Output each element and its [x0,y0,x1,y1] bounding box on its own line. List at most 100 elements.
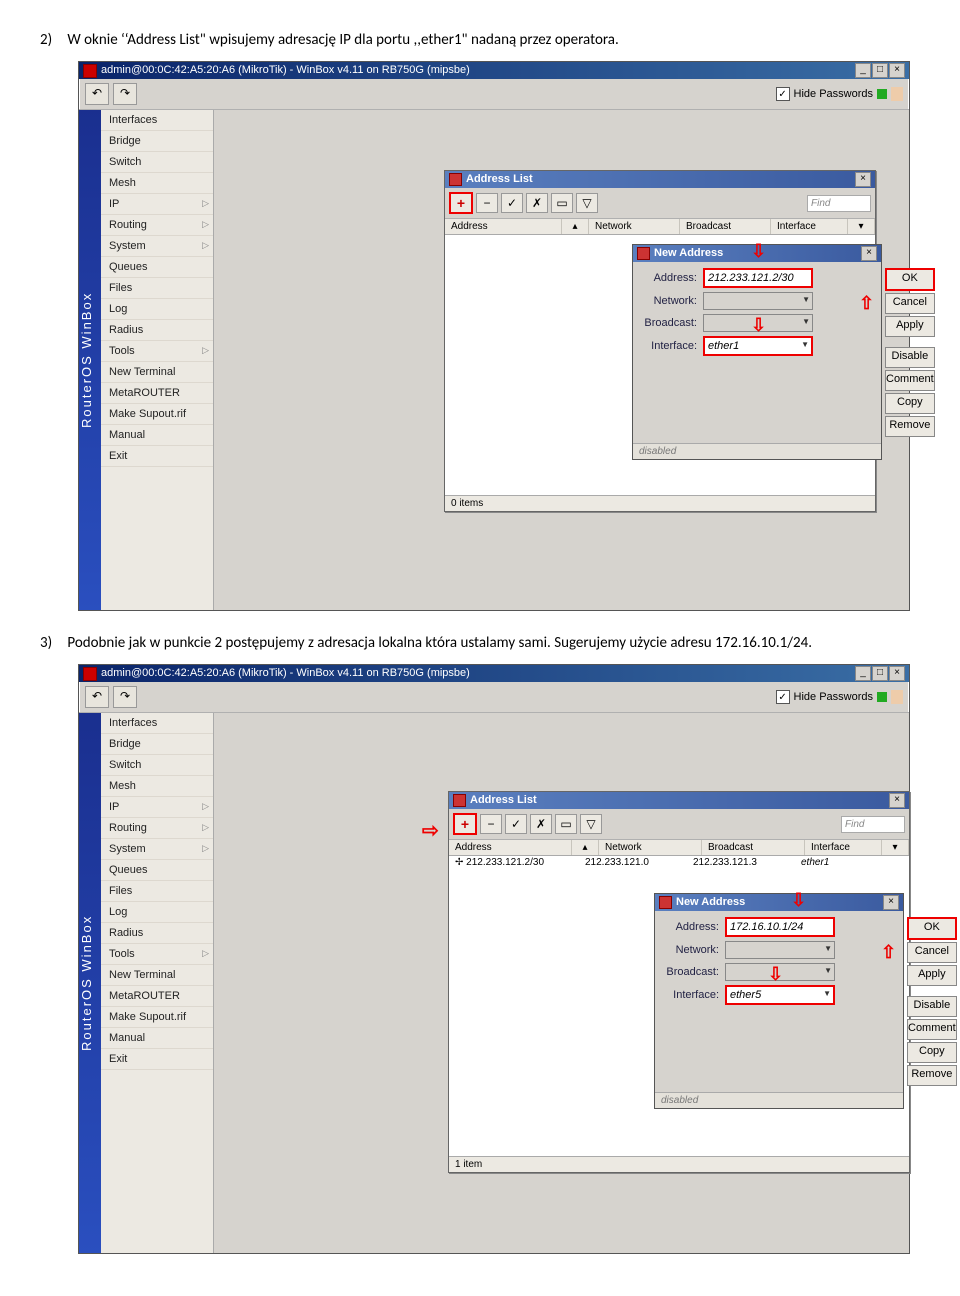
redo-button[interactable]: ↷ [113,83,137,105]
menu-item-metarouter[interactable]: MetaROUTER [101,383,213,404]
remove-button[interactable]: − [476,193,498,213]
close-button[interactable]: × [889,793,905,808]
col-menu[interactable]: ▾ [882,840,909,855]
add-button[interactable]: + [449,192,473,214]
menu-item-manual[interactable]: Manual [101,1028,213,1049]
maximize-button[interactable]: □ [872,666,888,681]
col-address[interactable]: Address [445,219,562,234]
disable-button[interactable]: Disable [907,996,957,1017]
menu-item-radius[interactable]: Radius [101,320,213,341]
menu-item-mesh[interactable]: Mesh [101,776,213,797]
enable-button[interactable]: ✓ [505,814,527,834]
comment-button[interactable]: ▭ [555,814,577,834]
broadcast-input[interactable] [725,963,835,981]
menu-item-metarouter[interactable]: MetaROUTER [101,986,213,1007]
menu-item-files[interactable]: Files [101,278,213,299]
menu-item-routing[interactable]: Routing▷ [101,818,213,839]
remove-button[interactable]: − [480,814,502,834]
col-interface[interactable]: Interface [771,219,848,234]
close-button[interactable]: × [855,172,871,187]
copy-button[interactable]: Copy [885,393,935,414]
redo-button[interactable]: ↷ [113,686,137,708]
interface-input[interactable]: ether5 [725,985,835,1005]
remove-button[interactable]: Remove [907,1065,957,1086]
close-button[interactable]: × [861,246,877,261]
filter-button[interactable]: ▽ [580,814,602,834]
menu-item-tools[interactable]: Tools▷ [101,944,213,965]
col-network[interactable]: Network [589,219,680,234]
menu-item-make-supout-rif[interactable]: Make Supout.rif [101,1007,213,1028]
broadcast-input[interactable] [703,314,813,332]
ok-button[interactable]: OK [907,917,957,940]
ok-button[interactable]: OK [885,268,935,291]
menu-item-system[interactable]: System▷ [101,236,213,257]
col-interface[interactable]: Interface [805,840,882,855]
close-button[interactable]: × [883,895,899,910]
menu-item-tools[interactable]: Tools▷ [101,341,213,362]
add-button[interactable]: + [453,813,477,835]
apply-button[interactable]: Apply [885,316,935,337]
network-input[interactable] [725,941,835,959]
menu-item-bridge[interactable]: Bridge [101,734,213,755]
col-sort[interactable]: ▴ [562,219,589,234]
menu-item-queues[interactable]: Queues [101,257,213,278]
menu-item-files[interactable]: Files [101,881,213,902]
disable-button[interactable]: ✗ [526,193,548,213]
col-address[interactable]: Address [449,840,572,855]
col-sort[interactable]: ▴ [572,840,599,855]
menu-item-mesh[interactable]: Mesh [101,173,213,194]
network-input[interactable] [703,292,813,310]
find-input[interactable]: Find [807,195,871,212]
remove-button[interactable]: Remove [885,416,935,437]
menu-item-new-terminal[interactable]: New Terminal [101,362,213,383]
maximize-button[interactable]: □ [872,63,888,78]
menu-item-interfaces[interactable]: Interfaces [101,110,213,131]
menu-item-bridge[interactable]: Bridge [101,131,213,152]
menu-item-ip[interactable]: IP▷ [101,797,213,818]
menu-item-exit[interactable]: Exit [101,446,213,467]
filter-button[interactable]: ▽ [576,193,598,213]
minimize-button[interactable]: _ [855,63,871,78]
hide-passwords-label: Hide Passwords [794,88,873,100]
menu-item-new-terminal[interactable]: New Terminal [101,965,213,986]
table-row[interactable]: ✢ 212.233.121.2/30 212.233.121.0 212.233… [449,856,909,869]
minimize-button[interactable]: _ [855,666,871,681]
menu-item-radius[interactable]: Radius [101,923,213,944]
disable-button[interactable]: ✗ [530,814,552,834]
col-broadcast[interactable]: Broadcast [702,840,805,855]
menu-item-exit[interactable]: Exit [101,1049,213,1070]
close-button[interactable]: × [889,63,905,78]
comment-button[interactable]: Comment [907,1019,957,1040]
cancel-button[interactable]: Cancel [885,293,935,314]
menu-item-make-supout-rif[interactable]: Make Supout.rif [101,404,213,425]
col-broadcast[interactable]: Broadcast [680,219,771,234]
menu-item-interfaces[interactable]: Interfaces [101,713,213,734]
menu-item-routing[interactable]: Routing▷ [101,215,213,236]
find-input[interactable]: Find [841,816,905,833]
menu-item-queues[interactable]: Queues [101,860,213,881]
address-input[interactable]: 212.233.121.2/30 [703,268,813,288]
undo-button[interactable]: ↶ [85,83,109,105]
comment-button[interactable]: Comment [885,370,935,391]
hide-passwords-checkbox[interactable]: ✓ [776,690,790,704]
undo-button[interactable]: ↶ [85,686,109,708]
menu-item-system[interactable]: System▷ [101,839,213,860]
comment-button[interactable]: ▭ [551,193,573,213]
cancel-button[interactable]: Cancel [907,942,957,963]
menu-item-manual[interactable]: Manual [101,425,213,446]
menu-item-log[interactable]: Log [101,299,213,320]
col-menu[interactable]: ▾ [848,219,875,234]
address-input[interactable]: 172.16.10.1/24 [725,917,835,937]
menu-item-switch[interactable]: Switch [101,755,213,776]
interface-input[interactable]: ether1 [703,336,813,356]
menu-item-switch[interactable]: Switch [101,152,213,173]
apply-button[interactable]: Apply [907,965,957,986]
enable-button[interactable]: ✓ [501,193,523,213]
copy-button[interactable]: Copy [907,1042,957,1063]
col-network[interactable]: Network [599,840,702,855]
disable-button[interactable]: Disable [885,347,935,368]
menu-item-ip[interactable]: IP▷ [101,194,213,215]
hide-passwords-checkbox[interactable]: ✓ [776,87,790,101]
menu-item-log[interactable]: Log [101,902,213,923]
close-button[interactable]: × [889,666,905,681]
